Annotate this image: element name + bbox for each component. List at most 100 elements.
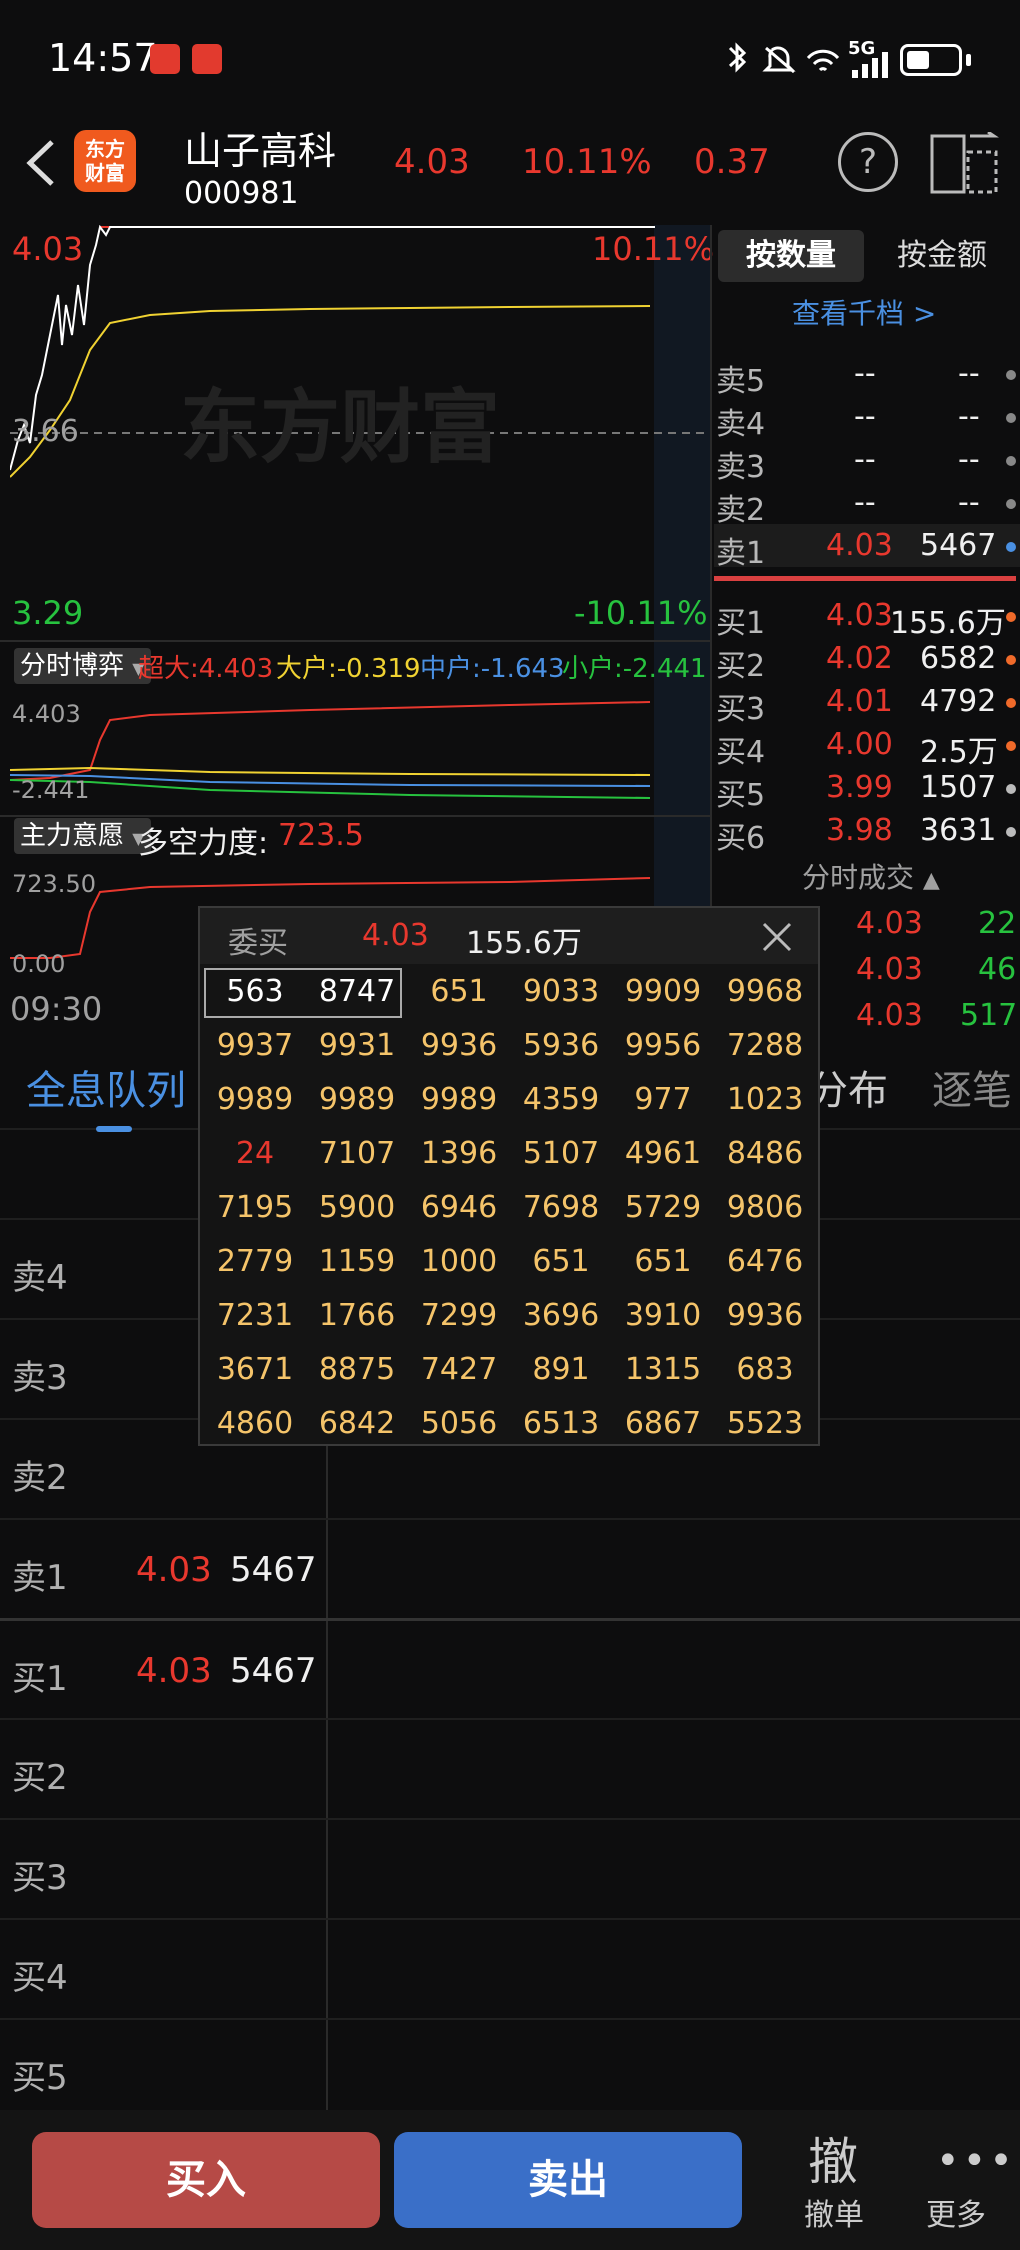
queue-order-cell: 9968 [726, 974, 804, 1009]
trade-price: 4.03 [856, 952, 923, 987]
popup-price: 4.03 [362, 918, 429, 953]
tab-by-amount[interactable]: 按金额 [872, 230, 1012, 282]
chart-low-pct: -10.11% [574, 594, 708, 632]
price-line-svg: 东方财富 [10, 225, 710, 478]
queue-order-cell: 9937 [216, 1028, 294, 1063]
sell-button[interactable]: 卖出 [394, 2132, 742, 2228]
queue-order-cell: 9931 [318, 1028, 396, 1063]
tab-indicator [96, 1126, 132, 1132]
queue-order-cell: 6946 [420, 1190, 498, 1225]
chart-low-price: 3.29 [12, 594, 84, 632]
back-icon[interactable] [20, 138, 60, 188]
queue-order-cell: 7107 [318, 1136, 396, 1171]
more-button[interactable]: 更多 [926, 2190, 986, 2234]
selected-cell-outline [204, 968, 402, 1018]
super-large-value: 超大:4.403 [138, 654, 274, 684]
notification-icon [192, 44, 222, 74]
battery-icon [900, 44, 962, 76]
queue-order-cell: 8486 [726, 1136, 804, 1171]
sub2-axis-bottom: 0.00 [12, 950, 66, 978]
queue-order-cell: 8875 [318, 1352, 396, 1387]
large-value: 大户:-0.319 [276, 654, 421, 684]
queue-order-cell: 7195 [216, 1190, 294, 1225]
queue-order-cell: 6842 [318, 1406, 396, 1441]
queue-row: 买4 [0, 1918, 1020, 2018]
trade-price: 4.03 [856, 998, 923, 1033]
divider [0, 640, 710, 642]
divider [0, 815, 710, 817]
tab-distribution[interactable]: 分布 [808, 1058, 888, 1116]
queue-order-cell: 651 [532, 1244, 590, 1279]
queue-order-cell: 9909 [624, 974, 702, 1009]
queue-order-cell: 24 [235, 1136, 275, 1171]
chart-high-pct: 10.11% [592, 230, 715, 268]
popup-title: 委买 [228, 926, 288, 961]
more-icon[interactable]: ••• [936, 2138, 1016, 2184]
tab-queue[interactable]: 全息队列 [26, 1058, 186, 1116]
queue-order-cell: 3910 [624, 1298, 702, 1333]
help-icon[interactable]: ? [838, 132, 898, 192]
queue-order-cell: 1315 [624, 1352, 702, 1387]
queue-order-cell: 3696 [522, 1298, 600, 1333]
queue-order-cell: 9989 [318, 1082, 396, 1117]
bid-row-4: 买4 4.00 2.5万 [714, 723, 1020, 770]
battery-tip [966, 54, 971, 66]
app-logo: 东方 财富 [74, 130, 136, 192]
ask-row-2: 卖2 -- -- [714, 481, 1020, 528]
queue-row: 买3 [0, 1818, 1020, 1918]
mute-icon [762, 46, 796, 74]
queue-row: 买5 [0, 2018, 1020, 2118]
header-change-amt: 0.37 [694, 142, 770, 182]
queue-order-cell: 6867 [624, 1406, 702, 1441]
queue-order-cell: 651 [430, 974, 488, 1009]
queue-order-cell: 7698 [522, 1190, 600, 1225]
queue-order-cell: 7288 [726, 1028, 804, 1063]
cancel-order-button[interactable]: 撤单 [804, 2190, 864, 2234]
trades-title[interactable]: 分时成交 ▲ [802, 856, 940, 896]
queue-order-cell: 9989 [420, 1082, 498, 1117]
bid-queue-popup: 委买 4.03 155.6万 563 8747 651 9033 9909 9968 993… [198, 906, 820, 1446]
chart-high-price: 4.03 [12, 230, 84, 268]
spread-divider [714, 576, 1016, 581]
force-value: 723.5 [278, 818, 364, 853]
queue-order-cell: 5107 [522, 1136, 600, 1171]
queue-order-cell: 891 [532, 1352, 590, 1387]
bid-row-6: 买6 3.98 3631 [714, 809, 1020, 856]
queue-order-cell: 7231 [216, 1298, 294, 1333]
queue-order-cell: 4359 [522, 1082, 600, 1117]
trade-vol: 517 [960, 998, 1018, 1033]
queue-order-cell: 7299 [420, 1298, 498, 1333]
close-icon[interactable] [760, 920, 794, 954]
trade-vol: 22 [978, 906, 1017, 941]
indicator-selector-2[interactable]: 主力意愿 ▼ [14, 818, 151, 854]
bid-row-3: 买3 4.01 4792 [714, 680, 1020, 727]
queue-order-cell: 9956 [624, 1028, 702, 1063]
queue-order-cell: 977 [634, 1082, 692, 1117]
sub2-axis-top: 723.50 [12, 870, 96, 898]
mid-value: 中户:-1.643 [420, 654, 565, 684]
wifi-icon [806, 49, 840, 72]
trade-price: 4.03 [856, 906, 923, 941]
queue-order-cell: 4860 [216, 1406, 294, 1441]
queue-order-cell: 1159 [318, 1244, 396, 1279]
time-axis-start: 09:30 [10, 990, 103, 1028]
signal-icon [852, 52, 888, 78]
queue-order-cell: 5900 [318, 1190, 396, 1225]
cancel-icon[interactable]: 撤 [808, 2122, 858, 2194]
status-time: 14:57 [48, 36, 158, 80]
indicator-selector-1[interactable]: 分时博弈 ▼ [14, 648, 151, 684]
queue-row[interactable]: 买1 4.03 5467 [0, 1618, 1020, 1718]
queue-order-cell: 6513 [522, 1406, 600, 1441]
tab-by-quantity[interactable]: 按数量 [718, 230, 864, 282]
queue-order-cell: 5936 [522, 1028, 600, 1063]
queue-order-cell: 1000 [420, 1244, 498, 1279]
buy-button[interactable]: 买入 [32, 2132, 380, 2228]
ask-row-3: 卖3 -- -- [714, 438, 1020, 485]
tab-tick[interactable]: 逐笔 [932, 1058, 1012, 1116]
sub1-axis-top: 4.403 [12, 700, 81, 728]
queue-order-cell: 9989 [216, 1082, 294, 1117]
queue-order-cell: 9936 [420, 1028, 498, 1063]
queue-row[interactable]: 卖1 4.03 5467 [0, 1518, 1020, 1618]
split-view-icon[interactable] [930, 132, 1000, 196]
view-depth-link[interactable]: 查看千档 > [792, 292, 936, 332]
